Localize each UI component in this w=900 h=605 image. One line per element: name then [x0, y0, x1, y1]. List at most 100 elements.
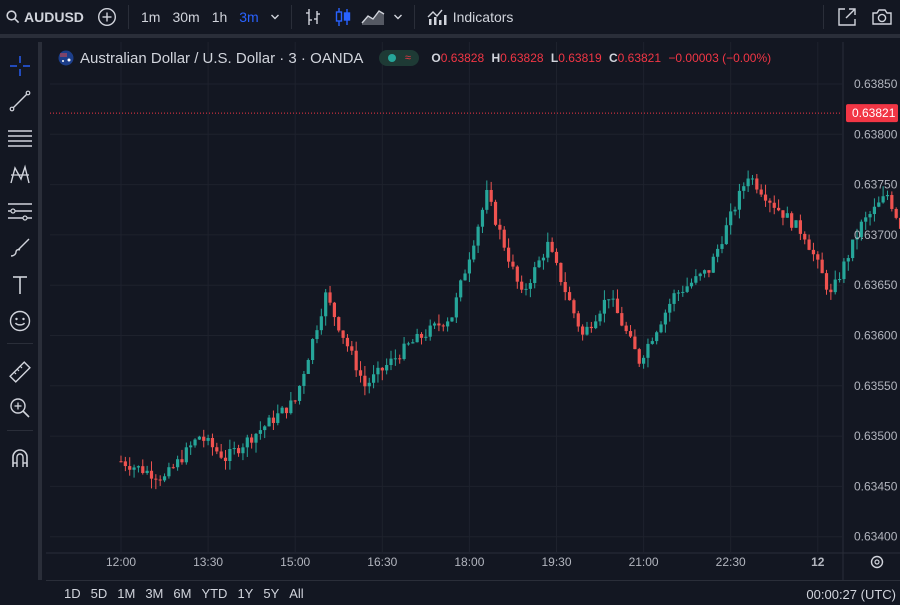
candle-body — [785, 213, 789, 218]
close-label: C — [608, 51, 618, 65]
candle-body — [655, 332, 659, 342]
candle-body — [241, 447, 245, 454]
candle-body — [585, 326, 589, 335]
trend-line-tool[interactable] — [4, 85, 36, 117]
candle-body — [132, 467, 136, 470]
market-status-badge[interactable]: ≈ — [379, 50, 420, 66]
range-5y[interactable]: 5Y — [258, 586, 284, 601]
range-6m[interactable]: 6M — [168, 586, 196, 601]
range-3m[interactable]: 3M — [140, 586, 168, 601]
pattern-icon — [10, 164, 30, 184]
candle-body — [702, 270, 707, 274]
candle-body — [158, 479, 162, 481]
candle-body — [324, 292, 328, 317]
brush-tool[interactable] — [4, 232, 36, 264]
chart-style-dropdown[interactable] — [388, 0, 408, 36]
range-1y[interactable]: 1Y — [232, 586, 258, 601]
bottom-left-corner — [0, 580, 46, 605]
range-1d[interactable]: 1D — [46, 586, 86, 601]
candle-body — [676, 292, 681, 294]
candle-body — [511, 261, 515, 267]
candle-body — [816, 254, 820, 260]
emoji-tool[interactable] — [4, 305, 36, 337]
time-tick-label: 21:00 — [629, 555, 659, 569]
bar-style-button[interactable] — [298, 0, 328, 36]
candle-body — [189, 445, 193, 448]
candle-style-button[interactable] — [328, 0, 358, 36]
candle-body — [733, 209, 737, 212]
range-5d[interactable]: 5D — [86, 586, 113, 601]
candle-body — [128, 466, 132, 470]
candle-body — [419, 333, 424, 338]
open-value: 0.63828 — [440, 51, 485, 65]
timeframe-dropdown[interactable] — [265, 0, 285, 36]
range-ytd[interactable]: YTD — [196, 586, 232, 601]
candle-body — [602, 299, 607, 314]
snapshot-button[interactable] — [864, 0, 900, 36]
chart-area[interactable]: 0.63850 0.63800 0.63750 0.63700 0.63650 0.636… — [46, 42, 900, 580]
text-tool[interactable] — [4, 269, 36, 301]
fib-tool[interactable] — [4, 195, 36, 227]
price-tick-label: 0.63400 — [854, 530, 898, 544]
zoom-tool[interactable] — [4, 392, 36, 424]
timeframe-3m[interactable]: 3m — [233, 0, 264, 36]
candle-body — [354, 350, 358, 371]
candle-body — [559, 262, 563, 283]
range-1m[interactable]: 1M — [112, 586, 140, 601]
horizontal-lines-tool[interactable] — [4, 122, 36, 154]
pattern-tool[interactable] — [4, 159, 36, 191]
timeframe-30m[interactable]: 30m — [166, 0, 205, 36]
candle-body — [498, 224, 502, 230]
candle-body — [533, 267, 537, 284]
settings-gear-icon — [870, 555, 884, 569]
zoom-in-icon — [10, 398, 30, 418]
price-tick-label: 0.63600 — [854, 329, 898, 343]
crosshair-tool[interactable] — [4, 50, 36, 82]
plus-circle-icon — [97, 7, 117, 27]
symbol-title: Australian Dollar / U.S. Dollar · 3 · OA… — [80, 49, 364, 67]
utc-clock[interactable]: 00:00:27 (UTC) — [806, 587, 896, 602]
candle-body — [581, 326, 585, 335]
candle-body — [406, 343, 411, 345]
candle-body — [681, 291, 685, 293]
candle-body — [846, 258, 850, 262]
symbol-search[interactable]: AUDUSD — [0, 0, 92, 36]
candle-body — [311, 339, 315, 361]
magnet-tool[interactable] — [4, 442, 36, 474]
candle-body — [402, 343, 406, 360]
candle-body — [437, 323, 441, 326]
candle-body — [742, 186, 746, 191]
fullscreen-button[interactable] — [830, 0, 864, 36]
candle-body — [289, 400, 293, 414]
timeframe-1h[interactable]: 1h — [206, 0, 234, 36]
candle-body — [306, 360, 310, 374]
candle-body — [245, 437, 249, 448]
candle-body — [371, 374, 376, 383]
area-style-button[interactable] — [358, 0, 388, 36]
candle-body — [472, 245, 476, 260]
ruler-icon — [9, 361, 31, 383]
candlestick-chart[interactable]: 0.63850 0.63800 0.63750 0.63700 0.63650 0.636… — [46, 42, 900, 580]
candle-body — [650, 341, 654, 344]
compare-symbol-button[interactable] — [92, 0, 122, 36]
chart-grid — [46, 42, 900, 580]
candle-body — [615, 298, 620, 314]
open-external-icon — [838, 8, 856, 26]
timeframe-1m[interactable]: 1m — [135, 0, 166, 36]
candle-body — [136, 466, 141, 468]
candle-body — [350, 346, 354, 351]
time-axis: 12:00 13:30 15:00 16:30 18:00 19:30 21:00 22:30… — [106, 555, 884, 569]
brush-icon — [10, 238, 30, 257]
time-tick-label: 18:00 — [454, 555, 484, 569]
indicators-button[interactable]: Indicators — [421, 0, 520, 36]
range-all[interactable]: All — [284, 586, 308, 601]
measure-tool[interactable] — [4, 356, 36, 388]
candle-body — [824, 273, 829, 290]
price-axis: 0.63850 0.63800 0.63750 0.63700 0.63650 0.636… — [846, 77, 898, 544]
candle-body — [184, 447, 188, 463]
candle-body — [550, 241, 554, 252]
candle-body — [276, 413, 280, 423]
candle-body — [263, 426, 267, 431]
candle-body — [337, 317, 341, 331]
candle-body — [707, 270, 711, 273]
